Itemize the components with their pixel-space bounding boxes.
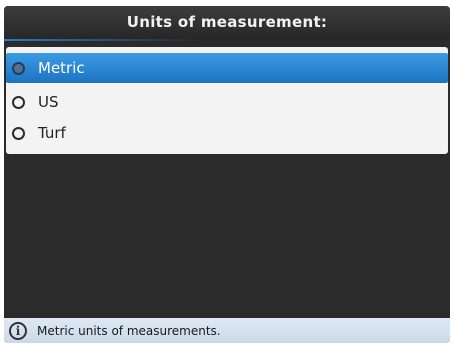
status-bar: i Metric units of measurements. bbox=[4, 318, 450, 343]
page-title: Units of measurement: bbox=[4, 6, 450, 40]
radio-selected-icon bbox=[12, 61, 25, 75]
option-label: US bbox=[38, 93, 59, 111]
empty-content-area bbox=[4, 156, 450, 318]
option-turf[interactable]: Turf bbox=[6, 118, 448, 148]
radio-unselected-icon bbox=[12, 126, 25, 140]
option-metric[interactable]: Metric bbox=[6, 53, 448, 83]
status-text: Metric units of measurements. bbox=[37, 323, 221, 338]
screen: Units of measurement: Metric US Turf i M… bbox=[4, 6, 450, 343]
option-label: Metric bbox=[38, 59, 85, 77]
title-accent-line bbox=[4, 39, 204, 41]
info-icon: i bbox=[9, 321, 27, 340]
units-option-list: Metric US Turf bbox=[6, 47, 448, 154]
radio-unselected-icon bbox=[12, 95, 25, 109]
option-us[interactable]: US bbox=[6, 87, 448, 117]
option-label: Turf bbox=[38, 124, 66, 142]
